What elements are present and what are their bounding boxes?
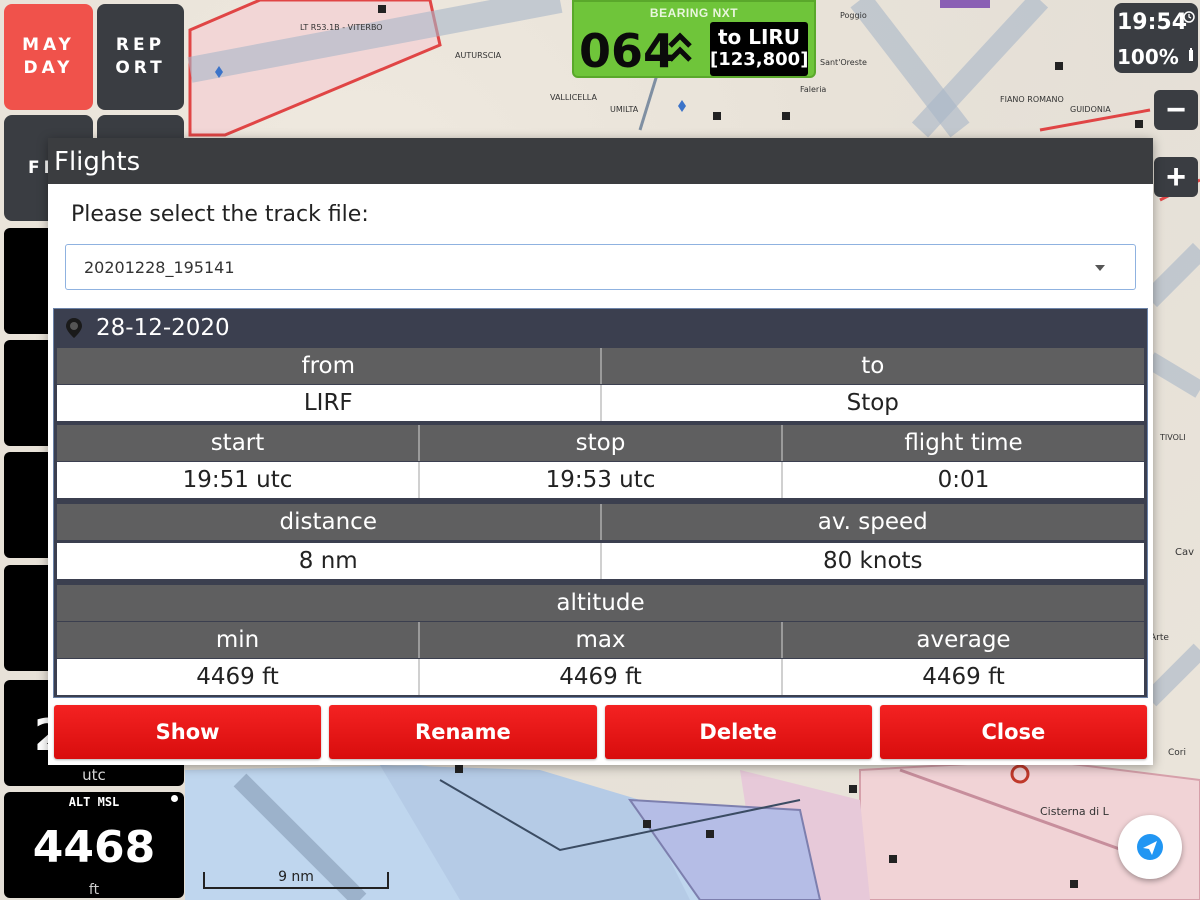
send-icon bbox=[1137, 834, 1163, 860]
svg-text:Cav: Cav bbox=[1175, 547, 1194, 558]
dialog-actions: Show Rename Delete Close bbox=[54, 705, 1147, 759]
stop-value: 19:53 utc bbox=[418, 462, 781, 498]
alt-max-value: 4469 ft bbox=[418, 659, 781, 695]
battery-icon bbox=[1189, 48, 1193, 61]
mayday-label-1: MAY bbox=[22, 35, 75, 55]
to-header: to bbox=[599, 348, 1144, 384]
svg-text:Faleria: Faleria bbox=[800, 85, 826, 94]
svg-text:AUTURSCIA: AUTURSCIA bbox=[455, 51, 502, 60]
flights-dialog: Flights Please select the track file: 20… bbox=[48, 138, 1153, 765]
distance-value: 8 nm bbox=[57, 543, 600, 579]
svg-text:Sant'Oreste: Sant'Oreste bbox=[820, 58, 867, 67]
altitude-header-row: altitude bbox=[57, 585, 1144, 621]
report-label-1: REP bbox=[115, 35, 166, 55]
status-dot-icon bbox=[171, 795, 178, 802]
altitude-value-row: 4469 ft 4469 ft 4469 ft bbox=[57, 659, 1144, 695]
times-header-row: start stop flight time bbox=[57, 425, 1144, 461]
bearing-destination-name: to LIRU bbox=[717, 25, 801, 49]
speed-value: 80 knots bbox=[599, 543, 1144, 579]
delete-button[interactable]: Delete bbox=[604, 705, 872, 759]
dropdown-arrow-icon bbox=[1095, 265, 1105, 271]
distance-header: distance bbox=[57, 504, 600, 540]
clock-icon bbox=[1183, 11, 1195, 23]
svg-text:LT R53.1B - VITERBO: LT R53.1B - VITERBO bbox=[300, 23, 383, 32]
svg-text:UMILTA: UMILTA bbox=[610, 105, 639, 114]
distance-header-row: distance av. speed bbox=[57, 504, 1144, 540]
floating-action-button[interactable] bbox=[1118, 815, 1182, 879]
close-button[interactable]: Close bbox=[879, 705, 1147, 759]
svg-text:Cisterna di L: Cisterna di L bbox=[1040, 805, 1110, 818]
bearing-destination-distance: [123,800] bbox=[710, 49, 809, 70]
alt-average-value: 4469 ft bbox=[781, 659, 1144, 695]
svg-text:Cori: Cori bbox=[1168, 748, 1186, 758]
bearing-destination: to LIRU [123,800] bbox=[710, 22, 808, 76]
from-to-header-row: from to bbox=[57, 348, 1144, 384]
map-pin-icon bbox=[66, 318, 82, 338]
altitude-box[interactable]: ALT MSL 4468 ft bbox=[4, 792, 184, 898]
start-value: 19:51 utc bbox=[57, 462, 418, 498]
times-value-row: 19:51 utc 19:53 utc 0:01 bbox=[57, 462, 1144, 498]
alt-average-header: average bbox=[781, 622, 1144, 658]
flight-date-header: 28-12-2020 bbox=[54, 309, 1147, 347]
altitude-value: 4468 bbox=[32, 822, 156, 873]
from-value: LIRF bbox=[57, 385, 600, 421]
rename-button[interactable]: Rename bbox=[329, 705, 597, 759]
svg-text:TIVOLI: TIVOLI bbox=[1159, 433, 1186, 442]
battery-level: 100% bbox=[1117, 45, 1179, 69]
status-widget[interactable]: 19:54 100% bbox=[1114, 3, 1198, 73]
altitude-header: altitude bbox=[57, 585, 1144, 621]
from-header: from bbox=[57, 348, 600, 384]
flight-time-header: flight time bbox=[781, 425, 1144, 461]
bearing-label: BEARING NXT bbox=[649, 6, 739, 20]
track-file-prompt: Please select the track file: bbox=[71, 202, 369, 227]
bearing-value: 064 bbox=[579, 24, 676, 78]
distance-value-row: 8 nm 80 knots bbox=[57, 543, 1144, 579]
dialog-title: Flights bbox=[48, 138, 1153, 184]
flight-summary-card: 28-12-2020 from to LIRF Stop start stop … bbox=[53, 308, 1148, 698]
map-scale: 9 nm bbox=[202, 866, 390, 890]
scale-label: 9 nm bbox=[278, 869, 314, 885]
bearing-next-widget[interactable]: BEARING NXT 064 to LIRU [123,800] bbox=[572, 0, 816, 78]
alt-min-header: min bbox=[57, 622, 418, 658]
double-chevron-up-icon bbox=[668, 32, 692, 62]
alt-max-header: max bbox=[418, 622, 781, 658]
altitude-label: ALT MSL bbox=[68, 795, 120, 809]
utc-time-unit: utc bbox=[82, 766, 106, 784]
alt-min-value: 4469 ft bbox=[57, 659, 418, 695]
zoom-in-button[interactable]: + bbox=[1154, 157, 1198, 197]
report-button[interactable]: REP ORT bbox=[97, 4, 184, 110]
speed-header: av. speed bbox=[599, 504, 1144, 540]
mayday-button[interactable]: MAY DAY bbox=[4, 4, 93, 110]
to-value: Stop bbox=[599, 385, 1144, 421]
flight-date: 28-12-2020 bbox=[96, 315, 230, 341]
altitude-subheader-row: min max average bbox=[57, 622, 1144, 658]
mayday-label-2: DAY bbox=[23, 58, 74, 78]
clock-time: 19:54 bbox=[1117, 10, 1188, 35]
from-to-value-row: LIRF Stop bbox=[57, 385, 1144, 421]
start-header: start bbox=[57, 425, 418, 461]
report-label-2: ORT bbox=[115, 58, 166, 78]
svg-text:FIANO ROMANO: FIANO ROMANO bbox=[1000, 95, 1064, 104]
svg-text:Poggio: Poggio bbox=[840, 11, 867, 20]
flight-time-value: 0:01 bbox=[781, 462, 1144, 498]
altitude-unit: ft bbox=[88, 882, 100, 898]
track-file-select[interactable]: 20201228_195141 bbox=[65, 244, 1136, 290]
stop-header: stop bbox=[418, 425, 781, 461]
show-button[interactable]: Show bbox=[54, 705, 322, 759]
svg-text:VALLICELLA: VALLICELLA bbox=[550, 93, 597, 102]
zoom-out-button[interactable]: − bbox=[1154, 90, 1198, 130]
svg-text:GUIDONIA: GUIDONIA bbox=[1070, 105, 1111, 114]
track-file-value: 20201228_195141 bbox=[84, 258, 235, 277]
